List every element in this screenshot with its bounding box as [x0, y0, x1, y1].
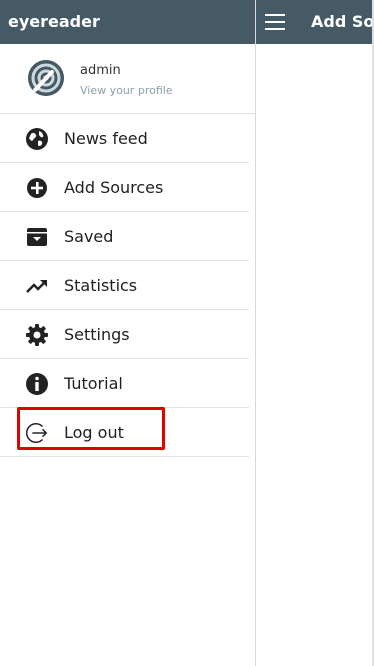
trending-up-icon [25, 274, 49, 298]
globe-icon [25, 127, 49, 151]
sidebar-item-saved[interactable]: Saved [0, 212, 249, 261]
sidebar-item-statistics[interactable]: Statistics [0, 261, 249, 310]
sidebar-item-label: Settings [64, 325, 130, 344]
sidebar-item-label: News feed [64, 129, 148, 148]
view-profile-link[interactable]: View your profile [80, 84, 173, 97]
sidebar-item-label: Statistics [64, 276, 138, 295]
info-circle-icon [25, 372, 49, 396]
top-bar: Add So [256, 0, 374, 44]
app-title: eyereader [0, 0, 255, 44]
sidebar: eyereader admin View your profile News f… [0, 0, 256, 666]
sidebar-item-news-feed[interactable]: News feed [0, 114, 249, 163]
archive-box-icon [25, 225, 49, 249]
sidebar-item-add-sources[interactable]: Add Sources [0, 163, 249, 212]
sidebar-item-label: Saved [64, 227, 114, 246]
profile-name: admin [80, 63, 121, 78]
plus-circle-icon [25, 176, 49, 200]
log-out-highlight [17, 407, 165, 450]
sidebar-item-tutorial[interactable]: Tutorial [0, 359, 249, 408]
avatar[interactable] [28, 60, 64, 96]
gear-icon [25, 323, 49, 347]
page-title: Add So [311, 12, 374, 31]
hamburger-menu-icon[interactable] [265, 14, 285, 30]
sidebar-item-label: Add Sources [64, 178, 164, 197]
profile-section[interactable]: admin View your profile [0, 44, 255, 114]
sidebar-item-settings[interactable]: Settings [0, 310, 249, 359]
sidebar-item-label: Tutorial [64, 374, 123, 393]
